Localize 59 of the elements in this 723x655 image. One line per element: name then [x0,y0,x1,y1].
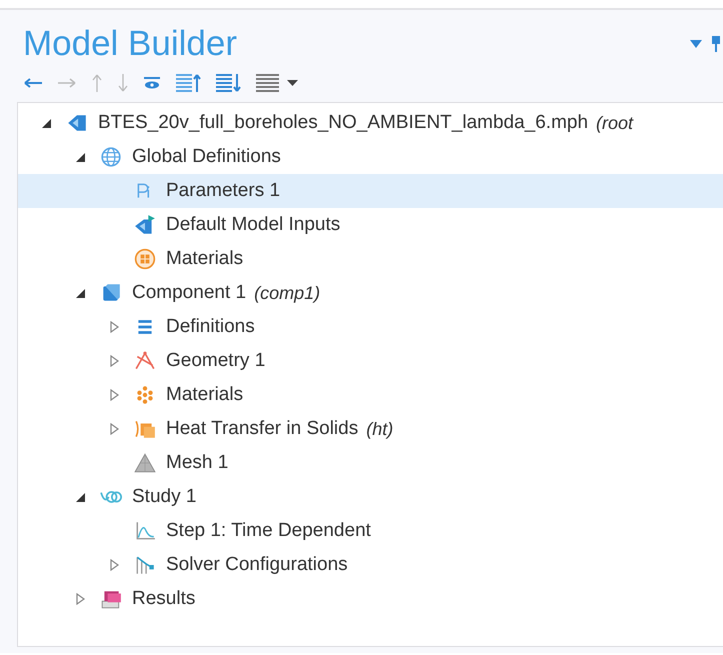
item-tag: (comp1) [254,282,320,304]
tree-item[interactable]: Geometry 1 [18,344,723,378]
list-menu-icon[interactable] [255,72,299,94]
triangle-icon [134,452,156,474]
collapse-arrow-icon[interactable] [40,117,52,129]
tree-item[interactable]: Mesh 1 [18,446,723,480]
item-label: Mesh 1 [166,452,228,474]
pin-icon[interactable] [711,35,721,53]
tree-item[interactable]: Global Definitions [18,140,723,174]
tree-item[interactable]: Study 1 [18,480,723,514]
expand-arrow-icon[interactable] [108,321,120,333]
solver-icon [134,554,156,576]
list-up-icon[interactable] [175,72,201,94]
panel-title: Model Builder [23,23,237,65]
collapse-arrow-icon[interactable] [74,491,86,503]
tree-item[interactable]: Step 1: Time Dependent [18,514,723,548]
item-label: Global Definitions [132,146,281,168]
tree-item[interactable]: Parameters 1 [18,174,723,208]
tree-item[interactable]: Solver Configurations [18,548,723,582]
tree-item[interactable]: Heat Transfer in Solids (ht) [18,412,723,446]
item-label: Step 1: Time Dependent [166,520,371,542]
tree-item[interactable]: Component 1 (comp1) [18,276,723,310]
cube-flag-icon [134,214,156,236]
materials-icon [134,248,156,270]
item-label: Default Model Inputs [166,214,340,236]
item-label: Materials [166,248,244,270]
item-label: BTES_20v_full_boreholes_NO_AMBIENT_lambda_6.mph [98,112,588,134]
list-down-icon[interactable] [215,72,241,94]
expand-arrow-icon[interactable] [108,423,120,435]
item-label: Study 1 [132,486,196,508]
item-label: Solver Configurations [166,554,348,576]
expand-arrow-icon[interactable] [108,389,120,401]
tree-item[interactable]: Results [18,582,723,616]
blocks-icon [134,418,156,440]
expand-arrow-icon[interactable] [108,355,120,367]
tree-item[interactable]: Materials [18,378,723,412]
tree-item[interactable]: BTES_20v_full_boreholes_NO_AMBIENT_lambda_6.mph (root [18,106,723,140]
item-label: Heat Transfer in Solids [166,418,358,440]
item-label: Definitions [166,316,255,338]
eye-icon[interactable] [143,76,161,90]
tree-item[interactable]: Default Model Inputs [18,208,723,242]
item-tag: (ht) [366,418,394,440]
item-label: Results [132,588,196,610]
item-label: Parameters 1 [166,180,280,202]
expand-arrow-icon[interactable] [108,559,120,571]
expand-arrow-icon[interactable] [74,593,86,605]
graph-icon [134,520,156,542]
back-arrow-icon[interactable] [23,76,43,90]
tree-item[interactable]: Materials [18,242,723,276]
tree-item[interactable]: Definitions [18,310,723,344]
item-label: Materials [166,384,244,406]
item-tag: (root [596,112,634,134]
collapse-arrow-icon[interactable] [74,151,86,163]
dropdown-icon[interactable] [689,39,703,49]
item-label: Geometry 1 [166,350,266,372]
collapse-arrow-icon[interactable] [74,287,86,299]
item-label: Component 1 [132,282,246,304]
globe-icon [100,146,122,168]
geometry-icon [134,350,156,372]
